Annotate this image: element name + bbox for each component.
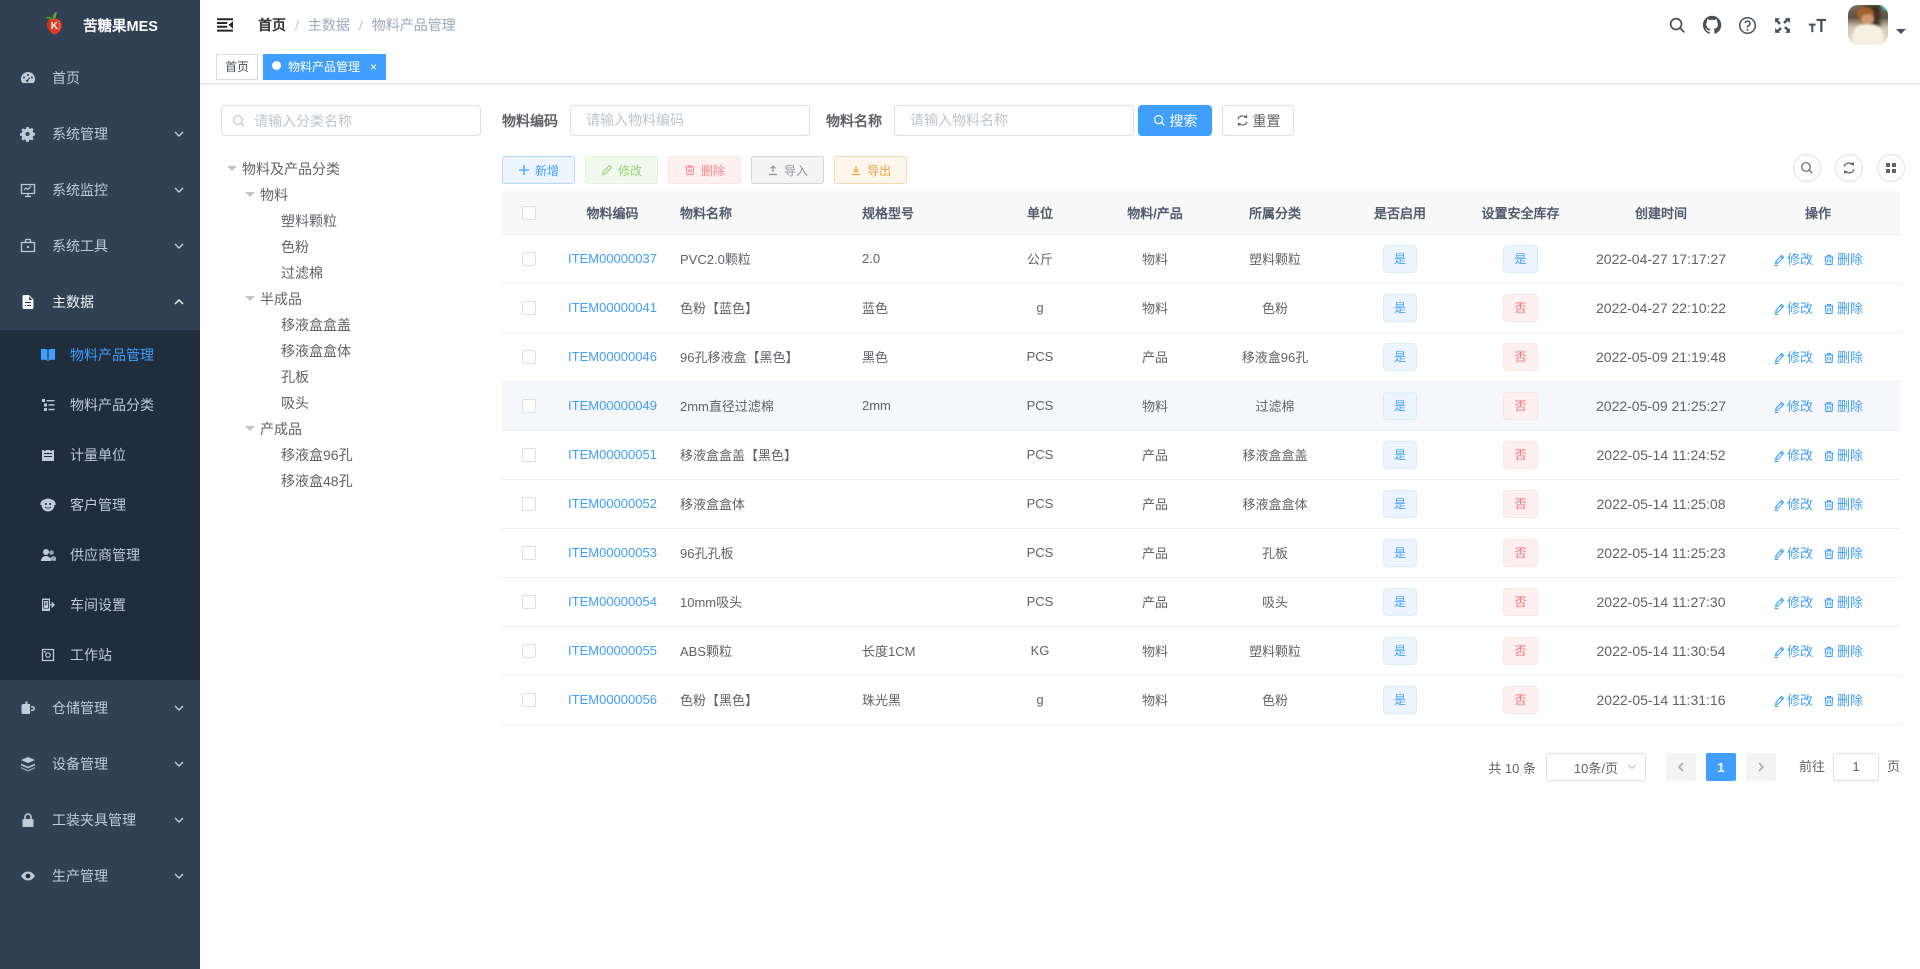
svg-text:P: P [44, 602, 47, 607]
svg-text:K: K [51, 21, 58, 32]
